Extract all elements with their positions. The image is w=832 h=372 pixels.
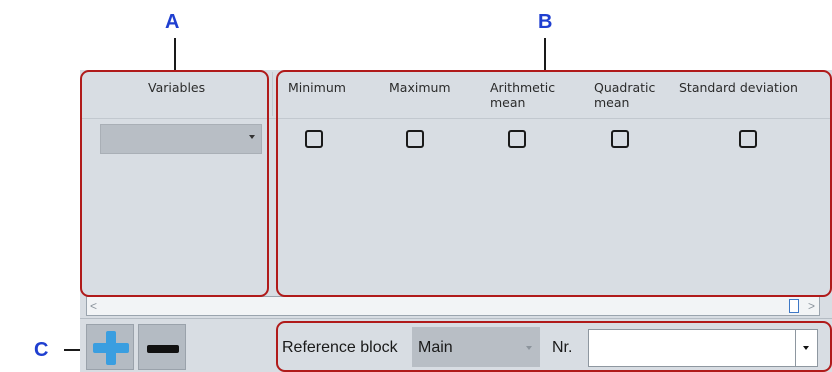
remove-button[interactable] (138, 324, 186, 370)
callout-box-a (80, 70, 269, 297)
add-button[interactable] (86, 324, 134, 370)
toolbar-divider (80, 318, 832, 319)
horizontal-scrollbar[interactable]: < > (86, 296, 820, 316)
scroll-thumb[interactable] (789, 299, 799, 313)
callout-label-a: A (165, 11, 180, 33)
minus-icon (147, 345, 179, 353)
column-separator (272, 72, 273, 116)
callout-box-b (276, 70, 832, 297)
callout-label-b: B (538, 11, 553, 33)
callout-box-c (276, 321, 832, 372)
scroll-right-icon[interactable]: > (808, 299, 815, 313)
scroll-left-icon[interactable]: < (90, 299, 97, 313)
callout-label-c: C (34, 339, 49, 361)
